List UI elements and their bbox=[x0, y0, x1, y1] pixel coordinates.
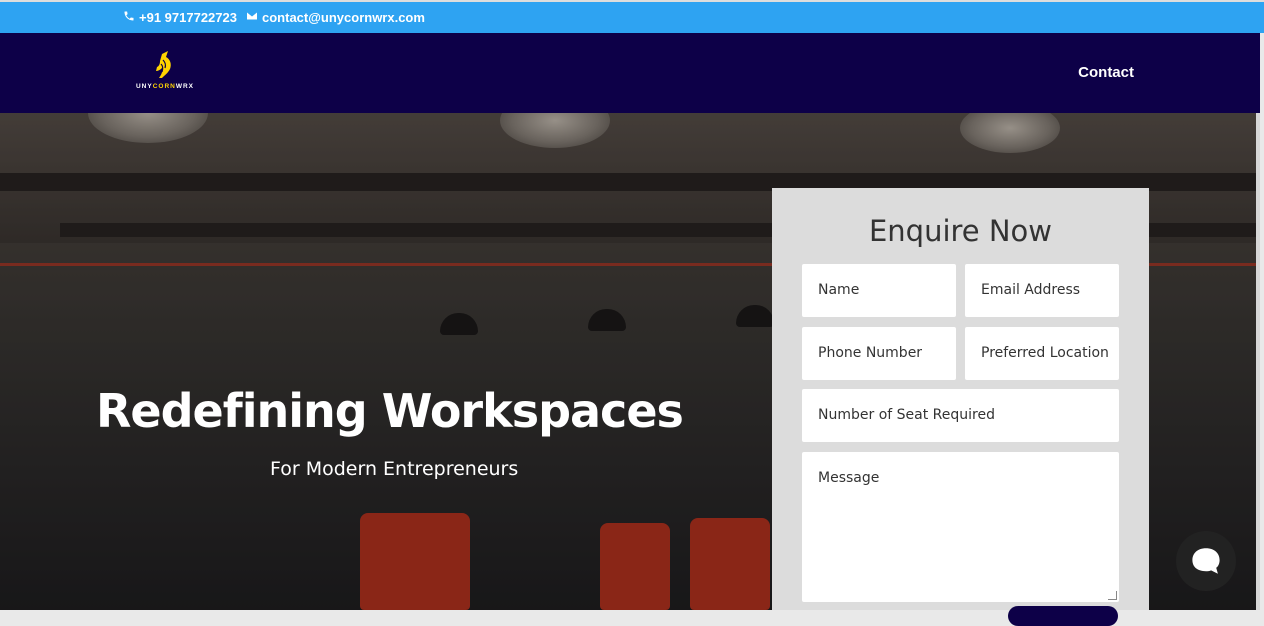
hero-subheadline: For Modern Entrepreneurs bbox=[270, 458, 519, 480]
email-address: contact@unycornwrx.com bbox=[262, 10, 425, 25]
chat-bubble-icon bbox=[1192, 548, 1220, 574]
phone-link[interactable]: +91 9717722723 bbox=[123, 10, 237, 25]
message-field[interactable]: Message bbox=[802, 452, 1119, 602]
main-navbar: UNYCORNWRX Contact bbox=[0, 33, 1260, 113]
page-scrollbar[interactable] bbox=[1256, 113, 1260, 610]
phone-number: +91 9717722723 bbox=[139, 10, 237, 25]
message-placeholder: Message bbox=[818, 470, 880, 486]
enquiry-form: Enquire Now Name Email Address Phone Num… bbox=[772, 188, 1149, 626]
chat-widget-button[interactable] bbox=[1176, 531, 1236, 591]
form-title: Enquire Now bbox=[868, 214, 1053, 248]
submit-button[interactable] bbox=[1008, 606, 1118, 626]
unicorn-logo-icon bbox=[156, 51, 171, 78]
email-link[interactable]: contact@unycornwrx.com bbox=[246, 10, 425, 25]
hero-headline: Redefining Workspaces bbox=[96, 384, 684, 438]
email-field[interactable]: Email Address bbox=[965, 264, 1119, 317]
preferred-location-field[interactable]: Preferred Location bbox=[965, 327, 1119, 380]
envelope-icon bbox=[246, 10, 258, 25]
name-field[interactable]: Name bbox=[802, 264, 956, 317]
top-contact-bar: +91 9717722723 contact@unycornwrx.com bbox=[0, 0, 1264, 33]
phone-field[interactable]: Phone Number bbox=[802, 327, 956, 380]
nav-contact-link[interactable]: Contact bbox=[1078, 64, 1134, 81]
phone-icon bbox=[123, 10, 135, 25]
logo-wordmark: UNYCORNWRX bbox=[135, 83, 195, 90]
seats-required-field[interactable]: Number of Seat Required bbox=[802, 389, 1119, 442]
textarea-resize-handle[interactable] bbox=[1108, 591, 1117, 600]
site-logo[interactable]: UNYCORNWRX bbox=[132, 51, 198, 95]
